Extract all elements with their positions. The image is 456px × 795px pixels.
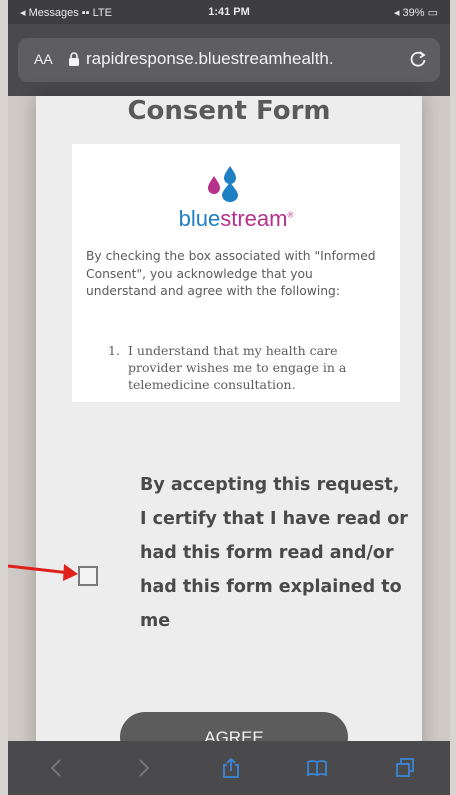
status-time: 1:41 PM — [208, 6, 250, 18]
list-item: I understand that my health care provide… — [128, 343, 347, 392]
status-bar: ◂ Messages ▪▪ LTE 1:41 PM ◂ 39% ▭ — [8, 0, 450, 24]
logo-text-stream: stream — [220, 206, 288, 231]
status-battery: ◂ 39% ▭ — [393, 7, 438, 19]
bluestream-logo-icon — [208, 166, 238, 202]
consent-document[interactable]: bluestream® By checking the box associat… — [72, 144, 400, 402]
consent-label: By accepting this request, I certify tha… — [140, 475, 408, 631]
logo-text-blue: blue — [178, 206, 221, 231]
list-item-number: 1. — [108, 343, 120, 358]
lock-icon — [69, 52, 79, 66]
back-icon[interactable] — [46, 757, 68, 779]
forward-icon[interactable] — [132, 757, 154, 779]
consent-page: Consent Form bluestream® By checking the… — [36, 96, 422, 786]
bookmarks-icon[interactable] — [306, 757, 328, 779]
text-size-button[interactable]: AA — [34, 51, 53, 67]
phone-screen: ◂ Messages ▪▪ LTE 1:41 PM ◂ 39% ▭ AA rap… — [8, 0, 450, 795]
url-field[interactable]: AA rapidresponse.bluestreamhealth. — [18, 38, 440, 82]
bluestream-logo-text: bluestream® — [178, 206, 294, 231]
tabs-icon[interactable] — [394, 757, 416, 779]
annotation-arrow — [8, 564, 78, 581]
browser-address-bar: AA rapidresponse.bluestreamhealth. — [8, 24, 450, 96]
consent-intro: By checking the box associated with "Inf… — [86, 249, 376, 298]
page-title: Consent Form — [127, 96, 331, 126]
browser-toolbar — [8, 741, 450, 795]
url-text: rapidresponse.bluestreamhealth. — [86, 49, 334, 68]
reload-icon[interactable] — [408, 49, 428, 69]
share-icon[interactable] — [220, 757, 242, 779]
